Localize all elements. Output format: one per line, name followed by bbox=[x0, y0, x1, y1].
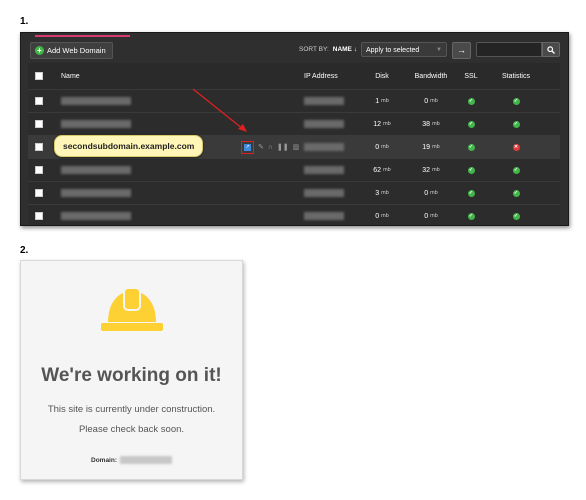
table-row[interactable]: 3 mb 0 mb ✓ ✓ bbox=[28, 181, 560, 204]
table-row[interactable]: 1 mb 0 mb ✓ ✓ bbox=[28, 89, 560, 112]
disk-unit: mb bbox=[381, 98, 389, 104]
web-domains-panel: + Add Web Domain SORT BY: NAME ↓ Apply t… bbox=[20, 32, 569, 226]
ip-redacted bbox=[304, 189, 344, 197]
table-header: Name IP Address Disk Bandwidth SSL Stati… bbox=[28, 63, 560, 89]
construction-heading: We're working on it! bbox=[41, 365, 222, 386]
header-name[interactable]: Name bbox=[61, 63, 80, 89]
disk-value: 1 bbox=[375, 97, 380, 105]
select-all-checkbox[interactable] bbox=[35, 72, 43, 80]
trash-icon[interactable]: ▥ bbox=[293, 143, 300, 151]
error-icon: ✕ bbox=[512, 143, 520, 151]
external-link-icon[interactable]: ↗ bbox=[244, 143, 251, 151]
step-number-2: 2. bbox=[20, 245, 29, 256]
ip-redacted bbox=[304, 97, 344, 105]
header-disk[interactable]: Disk bbox=[364, 63, 400, 89]
check-icon: ✓ bbox=[467, 212, 475, 220]
domain-name-redacted[interactable] bbox=[61, 97, 131, 105]
table-row[interactable]: 62 mb 32 mb ✓ ✓ bbox=[28, 158, 560, 181]
disk-unit: mb bbox=[381, 213, 389, 219]
check-icon: ✓ bbox=[512, 97, 520, 105]
add-web-domain-button[interactable]: + Add Web Domain bbox=[30, 42, 113, 59]
disk-value: 0 bbox=[375, 143, 380, 151]
row-actions: ↗ ✎ ∩ ❚❚ ▥ bbox=[241, 136, 299, 158]
bandwidth-unit: mb bbox=[430, 213, 438, 219]
ip-redacted bbox=[304, 212, 344, 220]
add-web-domain-label: Add Web Domain bbox=[47, 46, 106, 55]
row-checkbox[interactable] bbox=[35, 120, 43, 128]
sort-by-label: SORT BY: bbox=[299, 46, 329, 53]
apply-button[interactable]: → bbox=[452, 42, 471, 59]
disk-value: 3 bbox=[375, 189, 380, 197]
disk-value: 62 bbox=[373, 166, 382, 174]
disk-value: 0 bbox=[375, 212, 380, 220]
disk-unit: mb bbox=[383, 167, 391, 173]
domain-label: Domain: bbox=[91, 456, 117, 464]
bandwidth-unit: mb bbox=[432, 144, 440, 150]
header-statistics[interactable]: Statistics bbox=[498, 63, 534, 89]
row-checkbox[interactable] bbox=[35, 166, 43, 174]
step-number-1: 1. bbox=[20, 16, 29, 27]
construction-message: This site is currently under constructio… bbox=[47, 404, 216, 415]
bandwidth-value: 0 bbox=[424, 189, 429, 197]
disk-unit: mb bbox=[383, 121, 391, 127]
check-icon: ✓ bbox=[512, 166, 520, 174]
edit-icon[interactable]: ✎ bbox=[258, 143, 264, 151]
sort-by[interactable]: SORT BY: NAME ↓ bbox=[299, 46, 357, 53]
disk-value: 12 bbox=[373, 120, 382, 128]
check-icon: ✓ bbox=[512, 212, 520, 220]
search-button[interactable] bbox=[542, 42, 560, 57]
header-ssl[interactable]: SSL bbox=[461, 63, 481, 89]
construction-submessage: Please check back soon. bbox=[78, 424, 185, 435]
check-icon: ✓ bbox=[467, 189, 475, 197]
ip-redacted bbox=[304, 120, 344, 128]
bandwidth-unit: mb bbox=[430, 190, 438, 196]
table-row[interactable]: 12 mb 38 mb ✓ ✓ bbox=[28, 112, 560, 135]
binoculars-icon[interactable]: ∩ bbox=[268, 144, 273, 151]
check-icon: ✓ bbox=[512, 120, 520, 128]
row-checkbox[interactable] bbox=[35, 143, 43, 151]
header-ip[interactable]: IP Address bbox=[304, 63, 338, 89]
domain-name-redacted[interactable] bbox=[61, 166, 131, 174]
check-icon: ✓ bbox=[467, 166, 475, 174]
check-icon: ✓ bbox=[467, 120, 475, 128]
table-row[interactable]: 0 mb 0 mb ✓ ✓ bbox=[28, 204, 560, 225]
bulk-action-select[interactable]: Apply to selected ▼ bbox=[361, 42, 447, 57]
open-link-highlight: ↗ bbox=[241, 140, 254, 154]
chevron-down-icon: ▼ bbox=[436, 47, 442, 53]
bandwidth-value: 19 bbox=[422, 143, 431, 151]
check-icon: ✓ bbox=[467, 97, 475, 105]
domain-value-redacted bbox=[120, 456, 172, 464]
bandwidth-value: 38 bbox=[422, 120, 431, 128]
toolbar: + Add Web Domain SORT BY: NAME ↓ Apply t… bbox=[21, 33, 568, 61]
row-checkbox[interactable] bbox=[35, 189, 43, 197]
ip-redacted bbox=[304, 166, 344, 174]
bandwidth-value: 0 bbox=[424, 212, 429, 220]
domain-name-tooltip: secondsubdomain.example.com bbox=[54, 135, 204, 157]
check-icon: ✓ bbox=[467, 143, 475, 151]
ip-redacted bbox=[304, 143, 344, 151]
bandwidth-value: 0 bbox=[424, 97, 429, 105]
disk-unit: mb bbox=[381, 144, 389, 150]
domain-name-redacted[interactable] bbox=[61, 120, 131, 128]
pause-icon[interactable]: ❚❚ bbox=[277, 143, 289, 151]
hard-hat-icon bbox=[101, 287, 163, 331]
bandwidth-value: 32 bbox=[422, 166, 431, 174]
row-checkbox[interactable] bbox=[35, 212, 43, 220]
domain-name-redacted[interactable] bbox=[61, 212, 131, 220]
domain-info: Domain: bbox=[21, 456, 242, 464]
under-construction-page: We're working on it! This site is curren… bbox=[20, 260, 243, 480]
bandwidth-unit: mb bbox=[430, 98, 438, 104]
check-icon: ✓ bbox=[512, 189, 520, 197]
search-icon bbox=[547, 46, 555, 54]
plus-icon: + bbox=[35, 46, 44, 55]
row-checkbox[interactable] bbox=[35, 97, 43, 105]
bandwidth-unit: mb bbox=[432, 121, 440, 127]
bandwidth-unit: mb bbox=[432, 167, 440, 173]
bulk-action-value: Apply to selected bbox=[366, 47, 420, 54]
disk-unit: mb bbox=[381, 190, 389, 196]
sort-by-value[interactable]: NAME ↓ bbox=[333, 46, 357, 53]
search-input[interactable] bbox=[476, 42, 542, 57]
header-bandwidth[interactable]: Bandwidth bbox=[409, 63, 453, 89]
domain-name-redacted[interactable] bbox=[61, 189, 131, 197]
